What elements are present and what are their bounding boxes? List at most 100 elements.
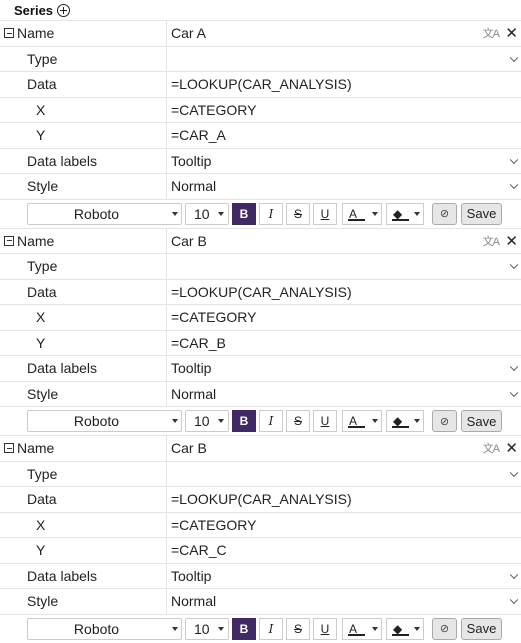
caret-down-icon: [172, 211, 178, 216]
y-label: Y: [36, 334, 46, 351]
minus-square-icon[interactable]: [4, 443, 14, 454]
save-button[interactable]: Save: [461, 202, 502, 225]
y-label: Y: [36, 542, 46, 559]
name-field[interactable]: Car B 文A ✕: [166, 436, 521, 461]
data-labels-select[interactable]: Tooltip: [166, 356, 521, 381]
strikethrough-button[interactable]: S: [286, 202, 310, 225]
clear-format-icon: ⊘: [439, 415, 450, 428]
data-field[interactable]: =LOOKUP(CAR_ANALYSIS): [166, 72, 521, 97]
data-field[interactable]: =LOOKUP(CAR_ANALYSIS): [166, 279, 521, 304]
type-label: Type: [27, 50, 58, 67]
font-size-select[interactable]: 10: [185, 617, 229, 640]
style-select[interactable]: Normal: [166, 381, 521, 406]
x-field[interactable]: =CATEGORY: [166, 97, 521, 122]
underline-button[interactable]: U: [313, 410, 337, 432]
type-select[interactable]: [166, 254, 521, 279]
translate-icon[interactable]: 文A: [483, 440, 500, 456]
caret-down-icon: [372, 211, 378, 216]
minus-square-icon[interactable]: [4, 28, 14, 39]
font-color-button[interactable]: A: [342, 410, 382, 432]
clear-format-button[interactable]: ⊘: [432, 617, 457, 640]
bold-button[interactable]: B: [232, 617, 256, 640]
close-icon[interactable]: ✕: [505, 232, 518, 250]
caret-down-icon: [172, 626, 178, 631]
style-select[interactable]: Normal: [166, 589, 521, 614]
underline-button[interactable]: U: [313, 202, 337, 225]
caret-down-icon: [218, 419, 224, 423]
name-field[interactable]: Car A 文A ✕: [166, 21, 521, 46]
font-select[interactable]: Roboto: [27, 617, 182, 640]
x-row: X =CATEGORY: [0, 96, 521, 122]
x-value: =CATEGORY: [171, 516, 257, 533]
chevron-down-icon: [509, 388, 519, 397]
type-select[interactable]: [166, 46, 521, 71]
translate-icon[interactable]: 文A: [483, 25, 500, 41]
data-labels-value: Tooltip: [171, 152, 212, 169]
font-size-select[interactable]: 10: [185, 202, 229, 225]
type-select[interactable]: [166, 461, 521, 486]
underline-button[interactable]: U: [313, 617, 337, 640]
strikethrough-button[interactable]: S: [286, 617, 310, 640]
name-label: Name: [17, 232, 55, 249]
save-button[interactable]: Save: [461, 410, 502, 432]
y-field[interactable]: =CAR_B: [166, 330, 521, 355]
x-row: X =CATEGORY: [0, 511, 521, 537]
clear-format-button[interactable]: ⊘: [432, 202, 457, 225]
data-value: =LOOKUP(CAR_ANALYSIS): [171, 491, 352, 508]
y-field[interactable]: =CAR_C: [166, 538, 521, 563]
fill-color-button[interactable]: ◆: [386, 617, 424, 640]
data-labels-select[interactable]: Tooltip: [166, 148, 521, 173]
circle-plus-icon[interactable]: [57, 3, 71, 17]
caret-down-icon: [372, 419, 378, 423]
x-field[interactable]: =CATEGORY: [166, 512, 521, 537]
data-labels-value: Tooltip: [171, 567, 212, 584]
data-row: Data =LOOKUP(CAR_ANALYSIS): [0, 486, 521, 512]
format-toolbar: Roboto 10 B I S U A ◆ ⊘ Save: [0, 613, 521, 643]
chevron-down-icon: [509, 155, 519, 164]
clear-format-icon: ⊘: [439, 623, 450, 635]
series-block: Name Car B 文A ✕ Type Data =LOOKUP(CAR_AN…: [0, 227, 521, 436]
bold-button[interactable]: B: [232, 202, 256, 225]
data-label: Data: [27, 76, 57, 93]
data-labels-label: Data labels: [27, 360, 98, 377]
x-field[interactable]: =CATEGORY: [166, 305, 521, 330]
series-block: Name Car A 文A ✕ Type Data =LOOKUP(CAR_AN…: [0, 20, 521, 228]
clear-format-button[interactable]: ⊘: [432, 410, 457, 432]
close-icon[interactable]: ✕: [505, 439, 518, 457]
fill-color-button[interactable]: ◆: [386, 202, 424, 225]
chevron-down-icon: [509, 468, 519, 477]
fill-color-button[interactable]: ◆: [386, 410, 424, 432]
format-toolbar: Roboto 10 B I S U A ◆ ⊘ Save: [0, 406, 521, 435]
font-size-select[interactable]: 10: [185, 410, 229, 432]
minus-square-icon[interactable]: [4, 235, 14, 246]
bold-button[interactable]: B: [232, 410, 256, 432]
font-size-value: 10: [194, 620, 210, 637]
data-labels-value: Tooltip: [171, 360, 212, 377]
style-row: Style Normal: [0, 380, 521, 406]
data-labels-select[interactable]: Tooltip: [166, 563, 521, 588]
caret-down-icon: [218, 626, 224, 631]
clear-format-icon: ⊘: [439, 208, 450, 220]
font-select[interactable]: Roboto: [27, 202, 182, 225]
font-color-button[interactable]: A: [342, 617, 382, 640]
y-field[interactable]: =CAR_A: [166, 123, 521, 148]
save-button[interactable]: Save: [461, 617, 502, 640]
close-icon[interactable]: ✕: [505, 24, 518, 42]
strikethrough-button[interactable]: S: [286, 410, 310, 432]
font-select[interactable]: Roboto: [27, 410, 182, 432]
series-name-row: Name Car B 文A ✕: [0, 435, 521, 461]
style-select[interactable]: Normal: [166, 174, 521, 199]
y-row: Y =CAR_A: [0, 122, 521, 148]
style-value: Normal: [171, 593, 217, 610]
font-color-button[interactable]: A: [342, 202, 382, 225]
chevron-down-icon: [509, 180, 519, 190]
name-field[interactable]: Car B 文A ✕: [166, 228, 521, 253]
caret-down-icon: [218, 211, 224, 216]
data-field[interactable]: =LOOKUP(CAR_ANALYSIS): [166, 487, 521, 512]
type-row: Type: [0, 45, 521, 71]
italic-button[interactable]: I: [259, 410, 283, 432]
italic-button[interactable]: I: [259, 617, 283, 640]
type-row: Type: [0, 460, 521, 486]
italic-button[interactable]: I: [259, 202, 283, 225]
translate-icon[interactable]: 文A: [483, 233, 500, 249]
